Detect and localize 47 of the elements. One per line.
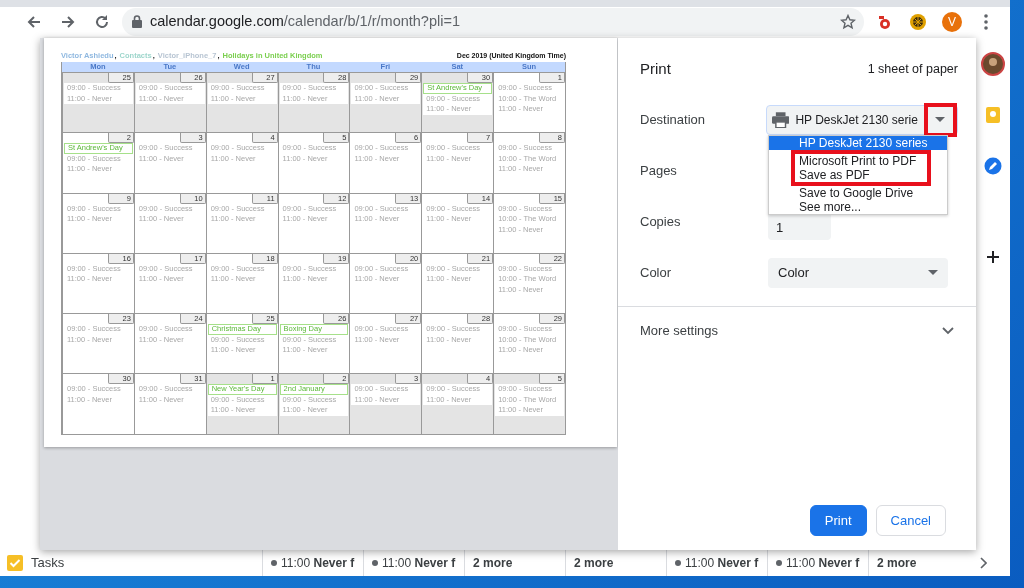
field-label: Destination (640, 110, 707, 129)
cancel-button[interactable]: Cancel (875, 505, 946, 536)
more-settings-toggle[interactable]: More settings (640, 321, 719, 341)
dialog-title: Print (640, 58, 671, 79)
star-icon[interactable] (840, 13, 856, 30)
destination-select[interactable]: HP DeskJet 2130 serie (766, 104, 958, 135)
more-link[interactable]: 2 more (473, 554, 513, 572)
caret-icon (928, 270, 938, 275)
dropdown-option[interactable]: Save as PDF (795, 168, 927, 182)
field-label: Pages (640, 161, 678, 180)
chevron-icon[interactable] (979, 557, 987, 569)
dot-icon (372, 560, 378, 566)
caret-icon (935, 117, 946, 122)
forward-icon[interactable] (60, 13, 76, 30)
checkbox[interactable] (7, 555, 23, 571)
field-label: Copies (640, 212, 682, 231)
dropdown-option[interactable]: HP DeskJet 2130 series (769, 136, 947, 150)
task-event[interactable]: 11:00 Never f (786, 554, 860, 572)
url-text: calendar.google.com/calendar/b/1/r/month?pli=1 (150, 11, 460, 31)
reload-icon[interactable] (94, 13, 110, 30)
dot-icon (675, 560, 681, 566)
back-icon[interactable] (26, 13, 42, 30)
dot-icon (776, 560, 782, 566)
field-label: Color (640, 263, 673, 282)
chevron-down-icon[interactable] (942, 327, 954, 335)
avatar-icon[interactable] (981, 52, 1005, 76)
extension-icon[interactable] (909, 12, 927, 31)
edit-icon[interactable] (984, 157, 1002, 175)
address-bar[interactable]: calendar.google.com/calendar/b/1/r/month?pli=1 (122, 7, 864, 36)
dropdown-option[interactable]: Save to Google Drive (769, 186, 947, 200)
tasks-label: Tasks (31, 554, 65, 573)
task-event[interactable]: 11:00 Never f (382, 554, 456, 572)
menu-icon[interactable] (984, 13, 988, 30)
more-link[interactable]: 2 more (877, 554, 917, 572)
printer-icon (772, 111, 790, 128)
more-link[interactable]: 2 more (574, 554, 614, 572)
dot-icon (271, 560, 277, 566)
select-value: Color (778, 263, 810, 282)
dropdown-option[interactable]: Microsoft Print to PDF (795, 154, 927, 168)
print-button[interactable]: Print (809, 505, 867, 536)
select-value: HP DeskJet 2130 serie (795, 111, 918, 129)
color-select[interactable]: Color (768, 257, 948, 288)
sheet-count: 1 sheet of paper (867, 60, 958, 78)
lock-icon (132, 15, 142, 28)
add-icon[interactable] (986, 250, 1000, 264)
task-event[interactable]: 11:00 Never f (281, 554, 355, 572)
task-event[interactable]: 11:00 Never f (685, 554, 759, 572)
